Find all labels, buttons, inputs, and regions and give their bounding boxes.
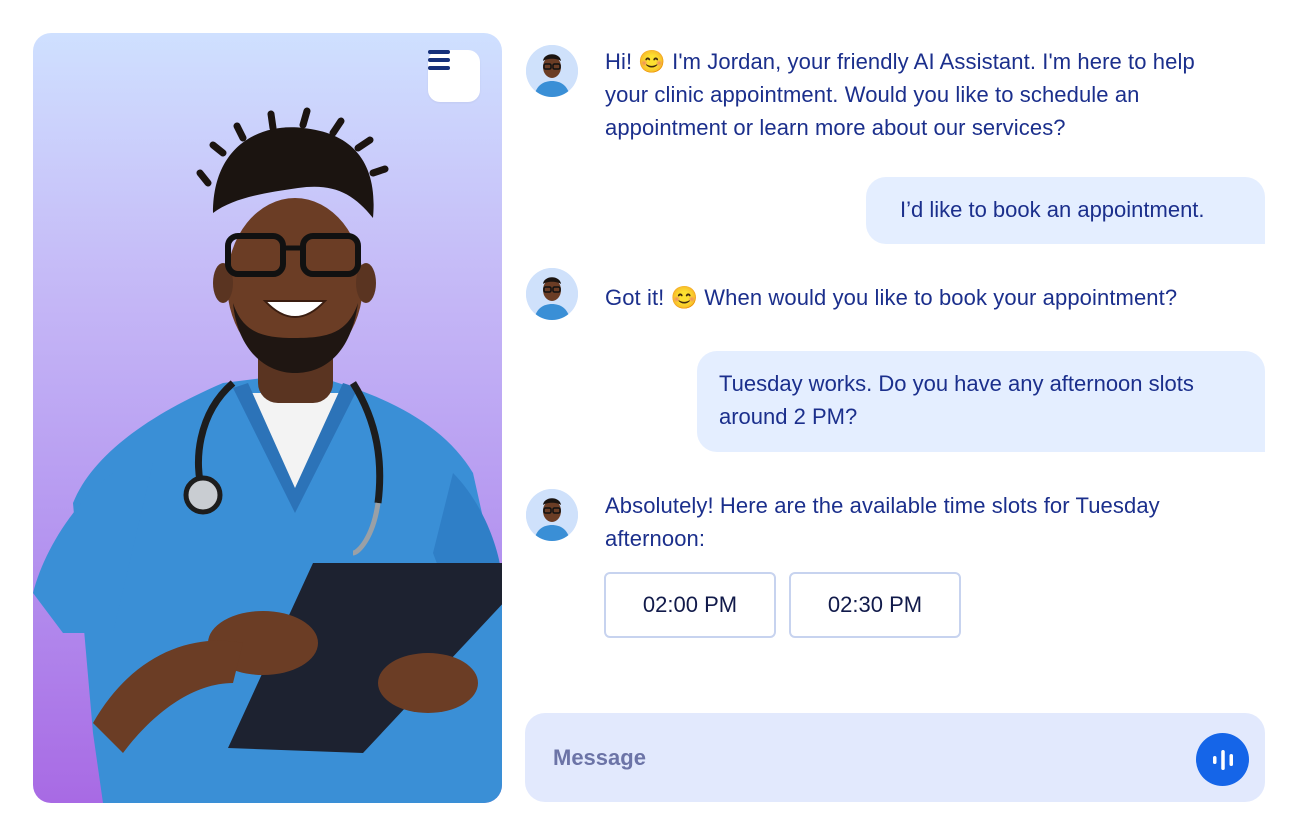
message-line: appointment or learn more about our serv… xyxy=(605,115,1066,140)
chat-widget: Hi! 😊 I'm Jordan, your friendly AI Assis… xyxy=(0,0,1290,834)
time-slot-button[interactable]: 02:00 PM xyxy=(604,572,776,638)
hero-panel xyxy=(33,33,502,803)
menu-button[interactable] xyxy=(428,50,480,102)
message-line: Hi! 😊 I'm Jordan, your friendly AI Assis… xyxy=(605,49,1195,74)
assistant-avatar-image xyxy=(526,45,578,97)
time-slot-button[interactable]: 02:30 PM xyxy=(789,572,961,638)
message-line: around 2 PM? xyxy=(719,404,858,429)
user-message-bubble: Tuesday works. Do you have any afternoon… xyxy=(697,351,1265,452)
message-line: Got it! 😊 When would you like to book yo… xyxy=(605,285,1178,310)
doctor-illustration xyxy=(33,107,502,803)
message-input[interactable] xyxy=(551,737,1155,779)
voice-waveform-icon xyxy=(1212,749,1233,770)
message-line: I’d like to book an appointment. xyxy=(900,197,1205,222)
assistant-avatar xyxy=(526,45,578,97)
voice-button[interactable] xyxy=(1196,733,1249,786)
assistant-avatar-image xyxy=(526,489,578,541)
user-message-bubble: I’d like to book an appointment. xyxy=(866,177,1265,244)
message-composer xyxy=(525,713,1265,802)
message-line: afternoon: xyxy=(605,526,706,551)
message-line: Absolutely! Here are the available time … xyxy=(605,493,1160,518)
message-line: Tuesday works. Do you have any afternoon… xyxy=(719,371,1194,396)
assistant-avatar-image xyxy=(526,268,578,320)
assistant-message: Got it! 😊 When would you like to book yo… xyxy=(605,281,1177,314)
assistant-avatar xyxy=(526,489,578,541)
assistant-avatar xyxy=(526,268,578,320)
assistant-message: Absolutely! Here are the available time … xyxy=(605,489,1160,555)
hamburger-menu-icon xyxy=(428,50,450,70)
message-line: your clinic appointment. Would you like … xyxy=(605,82,1140,107)
assistant-message: Hi! 😊 I'm Jordan, your friendly AI Assis… xyxy=(605,45,1195,144)
